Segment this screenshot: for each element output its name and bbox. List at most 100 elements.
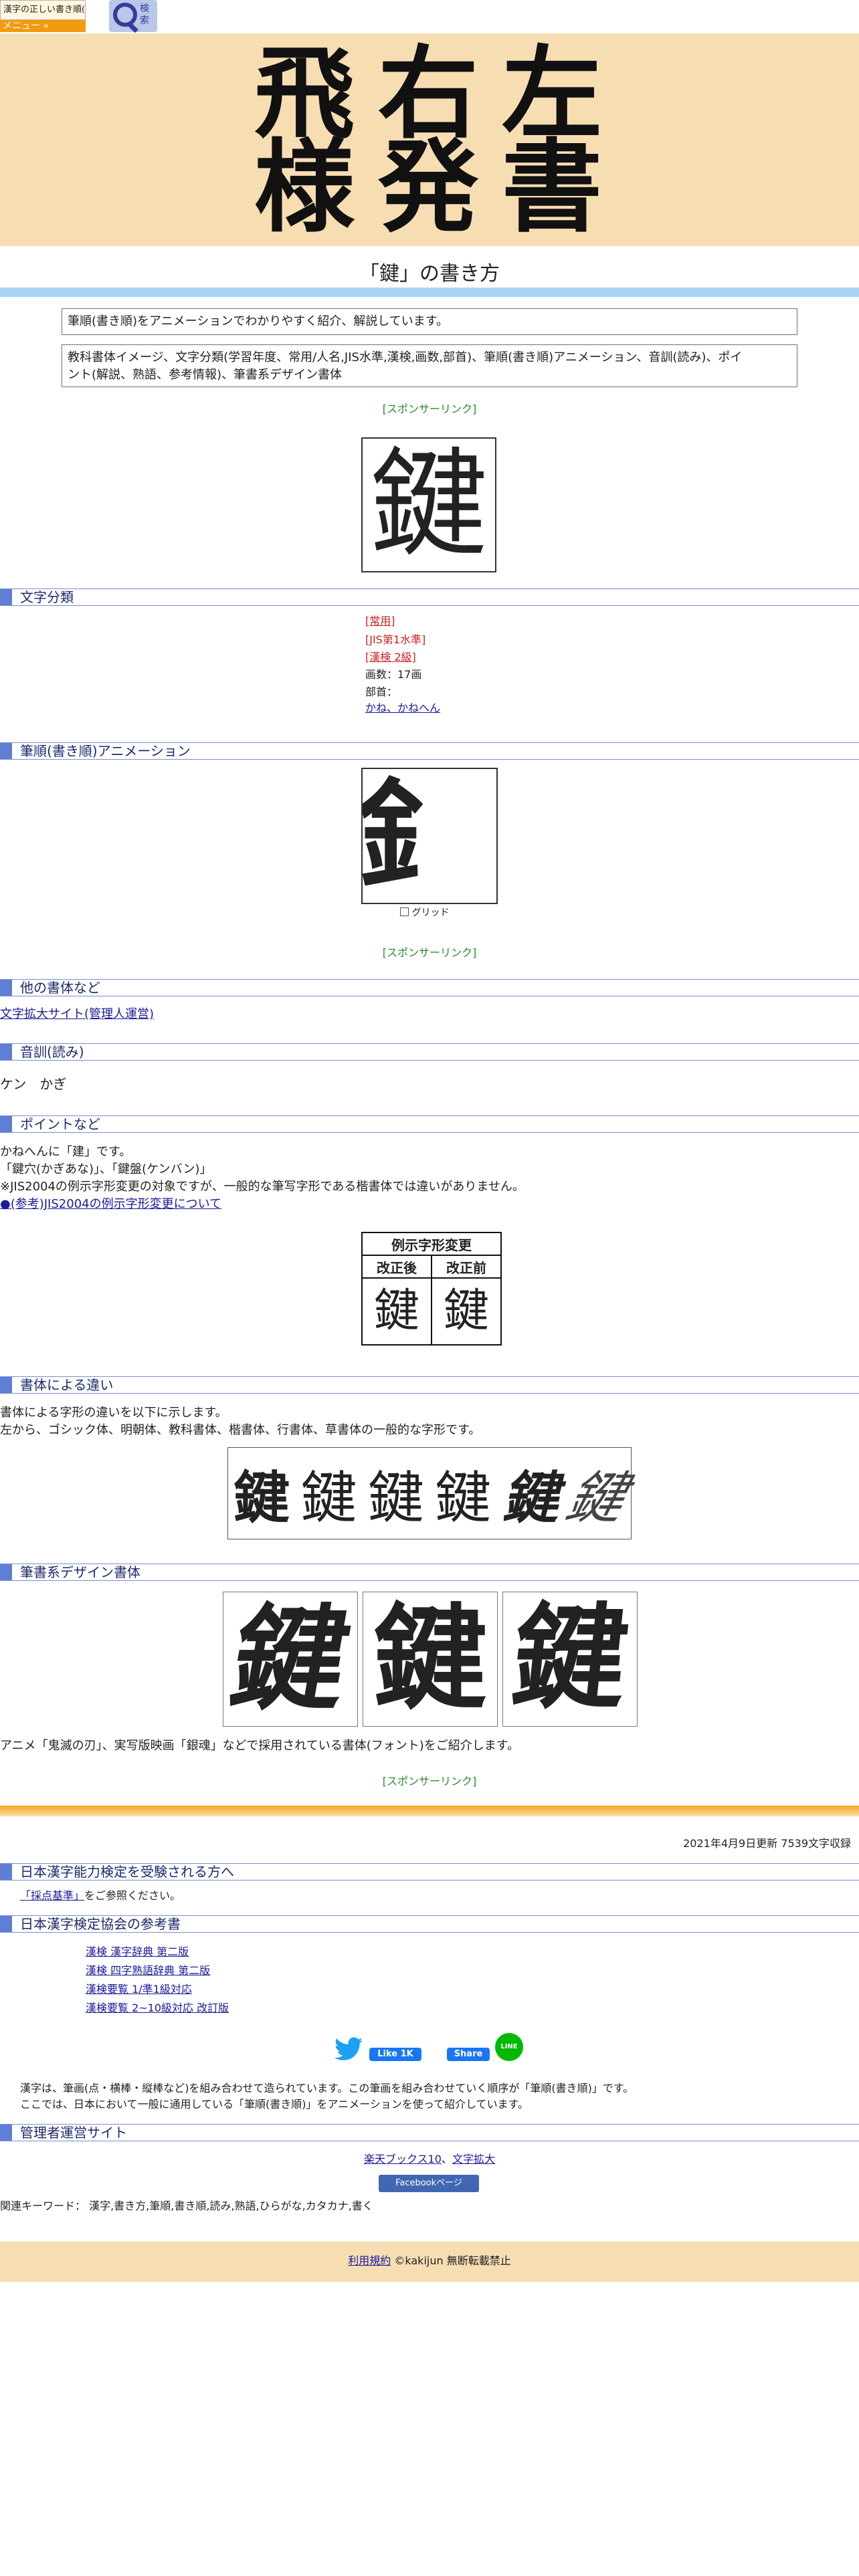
facebook-share-button[interactable]: Share [447, 2048, 490, 2061]
banner-char: 発 [377, 128, 478, 246]
search-icon [113, 3, 137, 27]
related-keywords: 関連キーワード： 漢字,書き方,筆順,書き順,読み,熟語,ひらがな,カタカナ,書… [0, 2199, 373, 2212]
gothic-glyph: 鍵 [233, 1465, 290, 1531]
section-title: ポイントなど [20, 1116, 100, 1132]
grid-checkbox[interactable] [400, 907, 409, 916]
search-button[interactable]: 検索 [109, 0, 157, 33]
banner-char: 右 [377, 35, 478, 152]
brush-glyph: 鍵 [373, 1593, 487, 1725]
textbook-font-glyph: 鍵 [367, 1465, 424, 1531]
brush-glyph: 鍵 [223, 1592, 358, 1726]
section-brush-fonts: 筆書系デザイン書体 [0, 1564, 859, 1581]
mincho-glyph: 鍵 [300, 1465, 357, 1531]
scoring-note: 「採点基準」をご参照ください。 [20, 1887, 181, 1905]
footer-legal: 利用規約 ©kakijun 無断転載禁止 [0, 2252, 859, 2270]
contents-text-line1: 教科書体イメージ、文字分類(学習年度、常用/人名,JIS水準,漢検,画数,部首)… [68, 350, 743, 364]
brush-font-sample[interactable]: 鍵 [502, 1592, 638, 1727]
kaisho-glyph: 鍵 [435, 1467, 492, 1530]
section-marker [0, 1864, 12, 1880]
site-logo[interactable]: 漢字の正しい書き順(筆順) [0, 0, 86, 20]
section-kanken: 日本漢字能力検定を受験される方へ [0, 1863, 859, 1881]
facebook-like-button[interactable]: Like 1K [369, 2048, 421, 2061]
intro-text: 筆順(書き順)をアニメーションでわかりやすく紹介、解説しています。 [68, 314, 448, 328]
sponsor-link[interactable]: [スポンサーリンク] [0, 1775, 859, 1788]
kanken-link[interactable]: [漢検 2級] [365, 649, 416, 666]
point-line: 「鍵穴(かぎあな)」、「鍵盤(ケンバン)」 [0, 1162, 212, 1176]
rakuten-books-link[interactable]: 楽天ブックス10 [364, 2153, 442, 2165]
section-reading: 音訓(読み) [0, 1043, 859, 1061]
section-title: 日本漢字能力検定を受験される方へ [20, 1864, 234, 1880]
section-title: 筆順(書き順)アニメーション [20, 743, 191, 759]
grid-label: グリッド [411, 907, 450, 918]
kanji-glyph: 鍵 [369, 437, 488, 572]
section-other-fonts: 他の書体など [0, 979, 859, 996]
variant-table-title: 例示字形変更 [361, 1232, 502, 1256]
page-title: 「鍵」の書き方 [359, 262, 500, 286]
gyosho-glyph: 鍵 [502, 1464, 559, 1531]
section-title: 他の書体など [20, 980, 100, 996]
site-banner[interactable]: 飛 右 左 様 発 書 [0, 33, 859, 246]
radical-label: 部首： [365, 685, 398, 698]
stroke-animation-canvas[interactable]: 釒 [361, 768, 498, 904]
section-admin-sites: 管理者運営サイト [0, 2124, 859, 2141]
line-share-button[interactable]: LINE [495, 2033, 523, 2061]
book-link[interactable]: 漢検要覧 1/準1級対応 [86, 1981, 192, 1998]
book-link[interactable]: 漢検要覧 2~10級対応 改訂版 [86, 2000, 229, 2017]
book-link[interactable]: 漢検 漢字辞典 第二版 [86, 1943, 189, 1961]
section-title: 管理者運営サイト [20, 2125, 127, 2141]
scoring-criteria-link[interactable]: 「採点基準」 [20, 1889, 84, 1902]
footer-note: ここでは、日本において一般に通用している「筆順(書き順)」をアニメーションを使っ… [20, 2098, 529, 2111]
search-icon-handle [127, 22, 138, 33]
section-title: 書体による違い [20, 1377, 114, 1393]
brush-font-sample[interactable]: 鍵 [363, 1592, 498, 1727]
grid-toggle[interactable]: グリッド [400, 907, 449, 919]
section-marker [0, 980, 12, 996]
section-stroke-animation: 筆順(書き順)アニメーション [0, 742, 859, 760]
sponsor-link[interactable]: [スポンサーリンク] [0, 403, 859, 416]
brush-font-sample[interactable]: 鍵 [223, 1592, 358, 1727]
footer-band: 利用規約 ©kakijun 無断転載禁止 [0, 2242, 859, 2282]
section-marker [0, 1564, 12, 1580]
twitter-share-button[interactable] [335, 2037, 363, 2061]
enlarge-link[interactable]: 文字拡大 [452, 2153, 495, 2165]
radical-link[interactable]: かね、かねへん [365, 700, 440, 717]
brush-font-caption: アニメ「鬼滅の刃」、実写版映画「銀魂」などで採用されている書体(フォント)をご紹… [0, 1739, 519, 1753]
section-font-differences: 書体による違い [0, 1376, 859, 1394]
facebook-page-button[interactable]: Facebookページ [379, 2175, 479, 2192]
contents-box: 教科書体イメージ、文字分類(学習年度、常用/人名,JIS水準,漢検,画数,部首)… [62, 344, 797, 387]
section-classification: 文字分類 [0, 588, 859, 606]
sponsor-link[interactable]: [スポンサーリンク] [0, 946, 859, 960]
copyright: ©kakijun 無断転載禁止 [394, 2254, 511, 2267]
banner-char: 様 [254, 128, 355, 246]
brush-glyph: 鍵 [506, 1596, 634, 1722]
joyo-link[interactable]: [常用] [365, 613, 395, 630]
section-reference-books: 日本漢字検定協会の参考書 [0, 1915, 859, 1933]
section-marker [0, 589, 12, 605]
menu-button[interactable]: メニュー » [0, 20, 86, 32]
section-marker [0, 1044, 12, 1060]
book-link[interactable]: 漢検 四字熟語辞典 第二版 [86, 1962, 210, 1979]
section-title: 日本漢字検定協会の参考書 [20, 1916, 181, 1932]
search-label: 検索 [140, 3, 149, 26]
reading-text: ケン かぎ [0, 1076, 67, 1092]
enlarge-site-link[interactable]: 文字拡大サイト(管理人運営) [0, 1006, 154, 1023]
section-marker [0, 1377, 12, 1393]
section-marker [0, 1116, 12, 1132]
section-title: 文字分類 [20, 589, 74, 605]
font-comparison-image: 鍵 鍵 鍵 鍵 鍵 鍵 [227, 1447, 632, 1539]
footer-note: 漢字は、筆画(点・横棒・縦棒など)を組み合わせて造られています。この筆画を組み合… [20, 2082, 634, 2095]
banner-char: 書 [501, 128, 602, 246]
facebook-page-label: Facebookページ [395, 2178, 462, 2188]
font-diff-text: 書体による字形の違いを以下に示します。 [0, 1406, 227, 1420]
terms-link[interactable]: 利用規約 [348, 2254, 391, 2267]
point-line: かねへんに「建」です。 [0, 1145, 132, 1159]
animation-glyph: 釒 [361, 768, 475, 904]
jis-link[interactable]: [JIS第1水準] [365, 631, 425, 649]
admin-links: 楽天ブックス10、文字拡大 [0, 2151, 859, 2168]
contents-text-line2: ント(解説、熟語、参考情報)、筆書系デザイン書体 [68, 368, 343, 382]
jis2004-reference-link[interactable]: ●(参考)JIS2004の例示字形変更について [0, 1196, 221, 1213]
title-divider [0, 288, 859, 297]
section-title: 筆書系デザイン書体 [20, 1564, 140, 1580]
variant-after-header: 改正後 [361, 1255, 432, 1279]
sosho-glyph: 鍵 [559, 1465, 633, 1531]
